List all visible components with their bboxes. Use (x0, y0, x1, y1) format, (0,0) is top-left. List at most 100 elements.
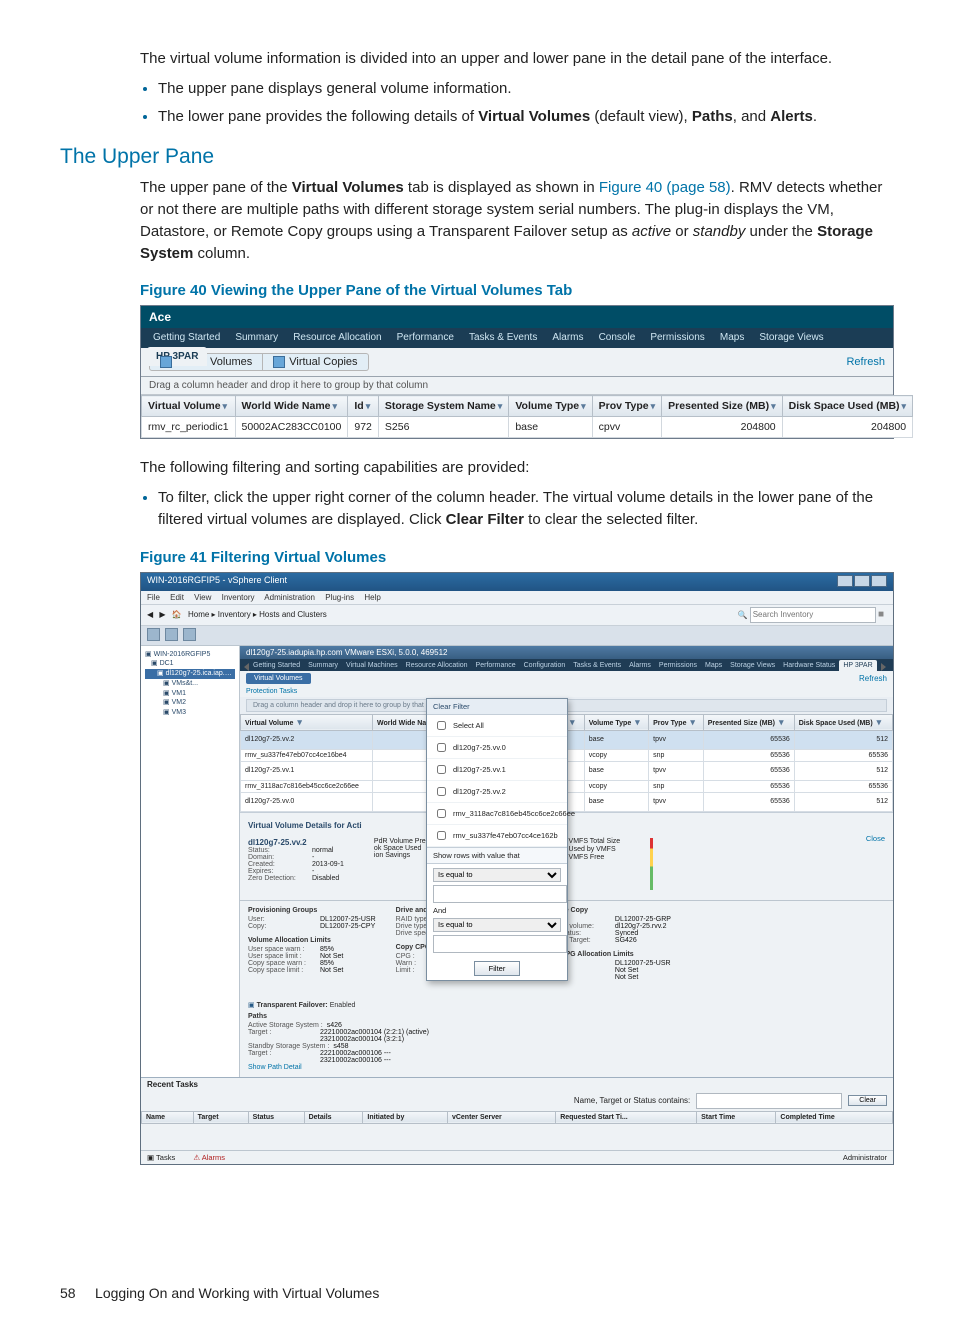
tree-node[interactable]: ▣ WIN-2016RGFIP5 (145, 650, 235, 660)
recent-col[interactable]: vCenter Server (447, 1111, 555, 1123)
recent-col[interactable]: Target (193, 1111, 248, 1123)
col-id[interactable]: Id▾ (348, 396, 379, 417)
toolbar-icon-2[interactable] (165, 628, 178, 641)
menu-view[interactable]: View (194, 593, 211, 602)
tree-node[interactable]: ▣ VM2 (145, 698, 235, 708)
col-volume-type[interactable]: Volume Type▾ (509, 396, 592, 417)
filter-option[interactable]: dl120g7-25.vv.2 (427, 781, 567, 803)
tab-hp-3par[interactable]: HP 3PAR (147, 347, 207, 366)
filter-icon[interactable]: ▾ (690, 717, 695, 727)
filter-button[interactable]: Filter (474, 961, 521, 976)
filter-icon[interactable]: ▾ (635, 717, 640, 727)
toolbar-icon-1[interactable] (147, 628, 160, 641)
tab-storage-views[interactable]: Storage Views (753, 328, 829, 347)
filter-option[interactable]: dl120g7-25.vv.1 (427, 759, 567, 781)
tab-configuration[interactable]: Configuration (520, 660, 570, 671)
tree-node[interactable]: ▣ DC1 (145, 659, 235, 669)
refresh-link[interactable]: Refresh (846, 356, 885, 368)
tab-hp-3par[interactable]: HP 3PAR (839, 660, 876, 671)
filter-icon[interactable]: ▾ (771, 401, 776, 411)
col-volume-type[interactable]: Volume Type ▾ (584, 714, 648, 730)
filter-icon[interactable]: ▾ (297, 717, 302, 727)
recent-col[interactable]: Initiated by (363, 1111, 448, 1123)
status-alarms[interactable]: ⚠ Alarms (193, 1153, 233, 1162)
filter-op2-select[interactable]: Is equal to (433, 918, 561, 932)
recent-col[interactable]: Completed Time (776, 1111, 893, 1123)
col-virtual-volume[interactable]: Virtual Volume▾ (142, 396, 236, 417)
filter-icon[interactable]: ▾ (570, 717, 575, 727)
filter-icon[interactable]: ▾ (779, 717, 784, 727)
menu-administration[interactable]: Administration (264, 593, 315, 602)
search-go-icon[interactable]: ■ (878, 609, 884, 620)
tree-node[interactable]: ▣ VMs&t... (145, 679, 235, 689)
filter-select-all[interactable]: Select All (427, 715, 567, 737)
nav-fwd-icon[interactable]: ▶ (159, 610, 165, 619)
recent-col[interactable]: Details (304, 1111, 363, 1123)
filter-checkbox[interactable] (437, 831, 446, 840)
col-disk-used[interactable]: Disk Space Used (MB)▾ (782, 396, 912, 417)
col-wwn[interactable]: World Wide Name▾ (235, 396, 348, 417)
filter-icon[interactable]: ▾ (651, 401, 656, 411)
filter-checkbox[interactable] (437, 787, 446, 796)
tab-tasks-events[interactable]: Tasks & Events (569, 660, 625, 671)
filter-option[interactable]: dl120g7-25.vv.0 (427, 737, 567, 759)
tab-permissions[interactable]: Permissions (644, 328, 710, 347)
nav-back-icon[interactable]: ◀ (147, 610, 153, 619)
filter-icon[interactable]: ▾ (877, 717, 882, 727)
tab-hardware-status[interactable]: Hardware Status (779, 660, 839, 671)
col-storage-system[interactable]: Storage System Name▾ (378, 396, 508, 417)
tab-resource-allocation[interactable]: Resource Allocation (287, 328, 387, 347)
menu-edit[interactable]: Edit (170, 593, 184, 602)
filter-checkbox[interactable] (437, 765, 446, 774)
tab-maps[interactable]: Maps (714, 328, 750, 347)
tab-performance[interactable]: Performance (391, 328, 460, 347)
maximize-button[interactable] (854, 575, 870, 587)
col-presented-size[interactable]: Presented Size (MB)▾ (662, 396, 782, 417)
filter-value2-input[interactable] (433, 935, 567, 953)
tree-node[interactable]: ▣ VM3 (145, 708, 235, 718)
filter-checkbox[interactable] (437, 743, 446, 752)
home-icon[interactable]: 🏠 (172, 610, 182, 619)
subtab-virtual-volumes[interactable]: Virtual Volumes (246, 673, 311, 684)
filter-option[interactable]: rmv_3118ac7c816eb45cc6ce2c66ee (427, 803, 567, 825)
subtab-virtual-copies[interactable]: Virtual Copies (263, 353, 368, 371)
col-presented-size[interactable]: Presented Size (MB) ▾ (703, 714, 794, 730)
filter-icon[interactable]: ▾ (902, 401, 907, 411)
tab-storage-views[interactable]: Storage Views (726, 660, 779, 671)
tab-permissions[interactable]: Permissions (655, 660, 701, 671)
recent-col[interactable]: Name (142, 1111, 194, 1123)
tab-getting-started[interactable]: Getting Started (249, 660, 304, 671)
tree-node[interactable]: ▣ VM1 (145, 689, 235, 699)
clear-filter-button[interactable]: Clear Filter (427, 699, 567, 715)
filter-option[interactable]: rmv_su337fe47eb07cc4ce162b (427, 825, 567, 847)
filter-value1-input[interactable] (433, 885, 567, 903)
close-button[interactable] (871, 575, 887, 587)
status-tasks[interactable]: ▣ Tasks (147, 1153, 183, 1162)
tab-alarms[interactable]: Alarms (546, 328, 589, 347)
refresh-link[interactable]: Refresh (859, 674, 887, 683)
tab-summary[interactable]: Summary (304, 660, 342, 671)
search-input[interactable] (750, 607, 876, 623)
table-row[interactable]: rmv_rc_periodic1 50002AC283CC0100 972 S2… (142, 417, 913, 438)
toolbar-icon-3[interactable] (183, 628, 196, 641)
filter-checkbox[interactable] (437, 809, 446, 818)
menu-file[interactable]: File (147, 593, 160, 602)
tab-maps[interactable]: Maps (701, 660, 726, 671)
tab-performance[interactable]: Performance (472, 660, 520, 671)
recent-clear-button[interactable]: Clear (848, 1095, 887, 1106)
show-path-detail-link[interactable]: Show Path Detail (248, 1064, 468, 1071)
tab-resource-allocation[interactable]: Resource Allocation (402, 660, 472, 671)
menu-plugins[interactable]: Plug-ins (325, 593, 354, 602)
select-all-checkbox[interactable] (437, 721, 446, 730)
tab-scroll-right-icon[interactable] (881, 663, 886, 671)
filter-icon[interactable]: ▾ (223, 401, 228, 411)
tab-summary[interactable]: Summary (229, 328, 284, 347)
filter-icon[interactable]: ▾ (581, 401, 586, 411)
tab-alarms[interactable]: Alarms (625, 660, 655, 671)
recent-filter-input[interactable] (696, 1093, 842, 1109)
figure-40-link[interactable]: Figure 40 (page 58) (599, 179, 731, 196)
filter-icon[interactable]: ▾ (498, 401, 503, 411)
details-close-link[interactable]: Close (866, 834, 885, 843)
recent-col[interactable]: Start Time (697, 1111, 776, 1123)
filter-icon[interactable]: ▾ (366, 401, 371, 411)
